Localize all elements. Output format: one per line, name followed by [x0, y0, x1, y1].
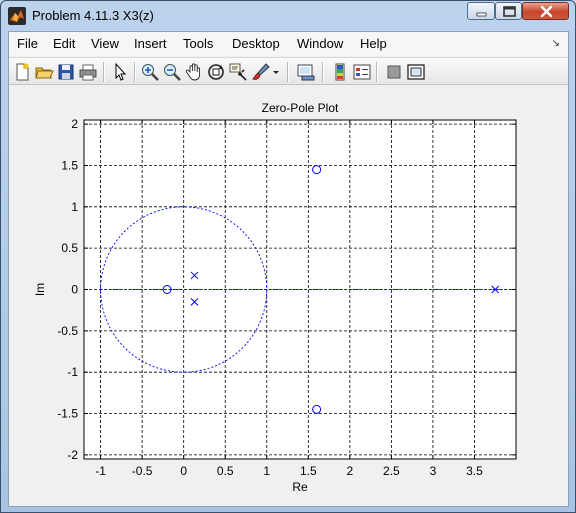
y-tick-label: 2 [71, 117, 78, 131]
figure-toolbar [9, 57, 568, 85]
menu-view[interactable]: View [91, 36, 119, 51]
save-icon[interactable] [56, 62, 76, 82]
brush-icon[interactable] [251, 62, 271, 82]
figure-canvas: -1 -0.5 0 0.5 1 1.5 2 2.5 3 3.5 -2 -1.5 -1 -0.5 0 0.5 1 1… [9, 86, 568, 506]
zoom-out-icon[interactable] [162, 62, 182, 82]
x-tick-label: 3.5 [466, 464, 483, 478]
hide-plot-tools-icon[interactable] [384, 62, 404, 82]
x-tick-label: 3 [430, 464, 437, 478]
toolbar-separator [134, 62, 135, 82]
menu-overflow-icon[interactable]: ↘ [552, 38, 560, 49]
brush-dropdown-icon[interactable] [271, 62, 281, 82]
open-file-icon[interactable] [34, 62, 54, 82]
menu-file[interactable]: File [17, 36, 38, 51]
colorbar-icon[interactable] [330, 62, 350, 82]
x-tick-label: 2 [347, 464, 354, 478]
x-tick-label: -1 [95, 464, 106, 478]
zoom-in-icon[interactable] [140, 62, 160, 82]
y-tick-label: 1 [71, 200, 78, 214]
y-tick-label: -2 [67, 448, 78, 462]
pan-hand-icon[interactable] [184, 62, 204, 82]
title-bar[interactable]: Problem 4.11.3 X3(z) [1, 1, 575, 31]
chart-title: Zero-Pole Plot [262, 101, 339, 115]
x-tick-label: 1 [263, 464, 270, 478]
y-tick-label: -0.5 [57, 324, 78, 338]
link-plot-icon[interactable] [296, 62, 316, 82]
print-icon[interactable] [78, 62, 98, 82]
zero-pole-plot: -1 -0.5 0 0.5 1 1.5 2 2.5 3 3.5 -2 -1.5 -1 -0.5 0 0.5 1 1… [33, 101, 517, 494]
menu-window[interactable]: Window [297, 36, 343, 51]
menu-edit[interactable]: Edit [53, 36, 75, 51]
matlab-icon [8, 7, 26, 25]
figure-client-area: File Edit View Insert Tools Desktop Wind… [8, 31, 569, 507]
y-tick-label: 0.5 [61, 241, 78, 255]
y-tick-label: 0 [71, 283, 78, 297]
y-tick-label: -1.5 [57, 407, 78, 421]
legend-icon[interactable] [352, 62, 372, 82]
close-button[interactable] [522, 2, 569, 20]
toolbar-separator [322, 62, 323, 82]
data-cursor-icon[interactable] [228, 62, 248, 82]
maximize-icon [503, 6, 516, 17]
close-icon [540, 5, 553, 18]
toolbar-separator [376, 62, 377, 82]
show-plot-tools-icon[interactable] [406, 62, 426, 82]
x-tick-label: 1.5 [300, 464, 317, 478]
new-figure-icon[interactable] [12, 62, 32, 82]
menu-desktop[interactable]: Desktop [232, 36, 280, 51]
x-axis-label: Re [292, 480, 308, 494]
x-tick-label: 0 [180, 464, 187, 478]
menu-tools[interactable]: Tools [183, 36, 213, 51]
minimize-button[interactable] [467, 2, 495, 20]
y-tick-label: 1.5 [61, 158, 78, 172]
menu-bar: File Edit View Insert Tools Desktop Wind… [9, 32, 568, 56]
figure-window: Problem 4.11.3 X3(z) File Edit View Inse… [0, 0, 576, 513]
x-tick-label: 0.5 [217, 464, 234, 478]
toolbar-separator [287, 62, 288, 82]
rotate-3d-icon[interactable] [206, 62, 226, 82]
x-tick-label: -0.5 [132, 464, 153, 478]
edit-plot-arrow-icon[interactable] [110, 62, 130, 82]
maximize-button[interactable] [495, 2, 522, 20]
menu-insert[interactable]: Insert [134, 36, 167, 51]
toolbar-separator [103, 62, 104, 82]
x-tick-label: 2.5 [383, 464, 400, 478]
y-axis-label: Im [33, 283, 47, 296]
window-title: Problem 4.11.3 X3(z) [32, 8, 154, 23]
y-tick-label: -1 [67, 365, 78, 379]
minimize-icon [476, 12, 487, 17]
menu-help[interactable]: Help [360, 36, 387, 51]
